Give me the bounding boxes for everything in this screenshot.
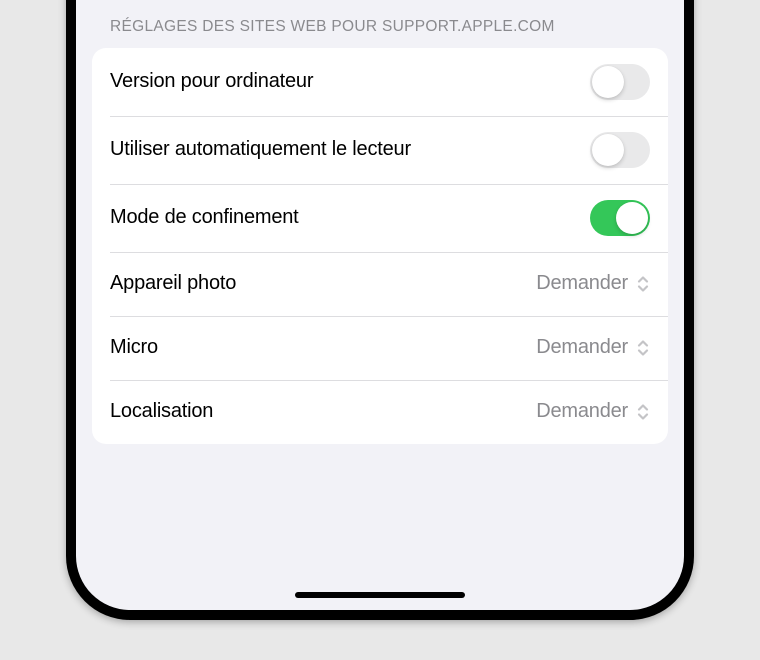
chevron-up-down-icon bbox=[636, 337, 650, 359]
chevron-up-down-icon bbox=[636, 273, 650, 295]
toggle-knob bbox=[592, 66, 624, 98]
row-label: Utiliser automatiquement le lecteur bbox=[110, 138, 411, 161]
toggle-knob bbox=[592, 134, 624, 166]
row-value: Demander bbox=[536, 272, 650, 295]
row-lockdown-mode: Mode de confinement bbox=[92, 184, 668, 252]
toggle-desktop-site[interactable] bbox=[590, 64, 650, 100]
row-value-text: Demander bbox=[536, 400, 628, 423]
row-label: Mode de confinement bbox=[110, 206, 299, 229]
row-location[interactable]: Localisation Demander bbox=[92, 380, 668, 444]
row-desktop-site: Version pour ordinateur bbox=[92, 48, 668, 116]
row-value: Demander bbox=[536, 336, 650, 359]
settings-screen: RÉGLAGES DES SITES WEB POUR SUPPORT.APPL… bbox=[76, 0, 684, 610]
row-value: Demander bbox=[536, 400, 650, 423]
section-header: RÉGLAGES DES SITES WEB POUR SUPPORT.APPL… bbox=[92, 16, 668, 48]
row-label: Appareil photo bbox=[110, 272, 236, 295]
toggle-knob bbox=[616, 202, 648, 234]
row-camera[interactable]: Appareil photo Demander bbox=[92, 252, 668, 316]
phone-frame: RÉGLAGES DES SITES WEB POUR SUPPORT.APPL… bbox=[66, 0, 694, 620]
row-value-text: Demander bbox=[536, 336, 628, 359]
row-label: Version pour ordinateur bbox=[110, 70, 313, 93]
website-settings-group: Version pour ordinateur Utiliser automat… bbox=[92, 48, 668, 444]
chevron-up-down-icon bbox=[636, 401, 650, 423]
toggle-lockdown-mode[interactable] bbox=[590, 200, 650, 236]
row-value-text: Demander bbox=[536, 272, 628, 295]
home-indicator[interactable] bbox=[295, 592, 465, 598]
toggle-auto-reader[interactable] bbox=[590, 132, 650, 168]
row-label: Localisation bbox=[110, 400, 213, 423]
row-auto-reader: Utiliser automatiquement le lecteur bbox=[92, 116, 668, 184]
row-label: Micro bbox=[110, 336, 158, 359]
row-microphone[interactable]: Micro Demander bbox=[92, 316, 668, 380]
